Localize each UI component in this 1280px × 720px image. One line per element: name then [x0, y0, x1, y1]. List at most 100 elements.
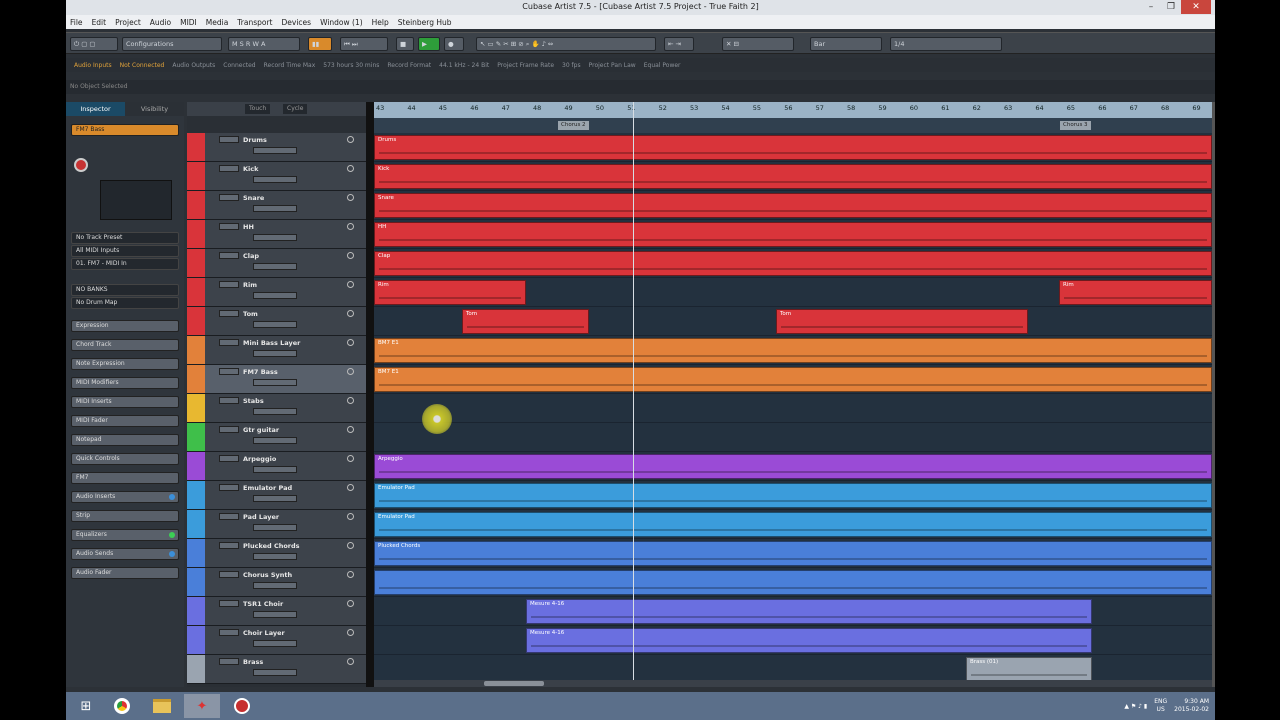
snap-type-dropdown[interactable]: ✕ ⊟	[722, 37, 794, 51]
part-event[interactable]: Brass (01)	[966, 657, 1092, 682]
configurations-dropdown[interactable]: Configurations	[122, 37, 222, 51]
grid-dropdown[interactable]: Bar	[810, 37, 882, 51]
track-controls[interactable]	[253, 263, 297, 270]
track-controls[interactable]	[253, 524, 297, 531]
mode-buttons[interactable]: M S R W A	[228, 37, 300, 51]
track-controls[interactable]	[253, 321, 297, 328]
track-controls[interactable]	[253, 640, 297, 647]
track-header[interactable]: Drums	[187, 133, 366, 162]
section-strip[interactable]: Strip	[71, 510, 179, 522]
track-controls[interactable]	[253, 495, 297, 502]
chrome-icon[interactable]	[104, 694, 140, 718]
mute-solo-buttons[interactable]	[219, 310, 239, 317]
section-audio-inserts[interactable]: Audio Inserts	[71, 491, 179, 503]
track-controls[interactable]	[253, 437, 297, 444]
menu-transport[interactable]: Transport	[237, 18, 272, 27]
track-controls[interactable]	[253, 408, 297, 415]
section-midi-fader[interactable]: MIDI Fader	[71, 415, 179, 427]
monitor-icon[interactable]	[347, 455, 354, 462]
vertical-scrollbar[interactable]	[1212, 102, 1215, 687]
section-equalizers[interactable]: Equalizers	[71, 529, 179, 541]
track-header[interactable]: Mini Bass Layer	[187, 336, 366, 365]
part-event[interactable]: Drums	[374, 135, 1212, 160]
monitor-icon[interactable]	[347, 542, 354, 549]
maximize-button[interactable]: ❐	[1161, 0, 1181, 14]
mute-solo-buttons[interactable]	[219, 571, 239, 578]
part-event[interactable]: Emulator Pad	[374, 483, 1212, 508]
section-expression[interactable]: Expression	[71, 320, 179, 332]
automation-mode-button[interactable]: ▮▮	[308, 37, 332, 51]
mute-solo-buttons[interactable]	[219, 252, 239, 259]
track-header[interactable]: TSR1 Choir	[187, 597, 366, 626]
track-header[interactable]: Emulator Pad	[187, 481, 366, 510]
tab-inspector[interactable]: Inspector	[66, 102, 125, 116]
monitor-icon[interactable]	[347, 136, 354, 143]
start-icon[interactable]: ⊞	[68, 694, 104, 718]
track-header[interactable]: Stabs	[187, 394, 366, 423]
track-controls[interactable]	[253, 466, 297, 473]
track-header[interactable]: Gtr guitar	[187, 423, 366, 452]
midi-output-field[interactable]: 01. FM7 - MIDI In	[71, 258, 179, 270]
monitor-icon[interactable]	[347, 658, 354, 665]
monitor-icon[interactable]	[347, 223, 354, 230]
track-controls[interactable]	[253, 669, 297, 676]
track-controls[interactable]	[253, 147, 297, 154]
mute-solo-buttons[interactable]	[219, 368, 239, 375]
part-event[interactable]	[374, 570, 1212, 595]
track-controls[interactable]	[253, 292, 297, 299]
section-quick-controls[interactable]: Quick Controls	[71, 453, 179, 465]
monitor-icon[interactable]	[347, 252, 354, 259]
system-clock[interactable]: 9:30 AM 2015-02-02	[1174, 698, 1209, 714]
bank-field[interactable]: NO BANKS	[71, 284, 179, 296]
drum-map-field[interactable]: No Drum Map	[71, 297, 179, 309]
project-cursor[interactable]	[633, 102, 634, 687]
cycle-field[interactable]: Cycle	[283, 104, 308, 114]
part-event[interactable]: Arpeggio	[374, 454, 1212, 479]
monitor-icon[interactable]	[347, 600, 354, 607]
mute-solo-buttons[interactable]	[219, 397, 239, 404]
section-notepad[interactable]: Notepad	[71, 434, 179, 446]
tab-visibility[interactable]: Visibility	[125, 102, 184, 116]
track-header[interactable]: FM7 Bass	[187, 365, 366, 394]
play-button[interactable]: ▶	[418, 37, 440, 51]
section-midi-inserts[interactable]: MIDI Inserts	[71, 396, 179, 408]
mute-solo-buttons[interactable]	[219, 484, 239, 491]
cubase-icon[interactable]: ✦	[184, 694, 220, 718]
mute-solo-buttons[interactable]	[219, 542, 239, 549]
menu-help[interactable]: Help	[372, 18, 389, 27]
mute-solo-buttons[interactable]	[219, 281, 239, 288]
menu-project[interactable]: Project	[115, 18, 141, 27]
track-header[interactable]: Brass	[187, 655, 366, 684]
track-header[interactable]: Rim	[187, 278, 366, 307]
track-preset-field[interactable]: No Track Preset	[71, 232, 179, 244]
mute-solo-buttons[interactable]	[219, 223, 239, 230]
menu-audio[interactable]: Audio	[150, 18, 171, 27]
part-event[interactable]: Clap	[374, 251, 1212, 276]
mute-solo-buttons[interactable]	[219, 426, 239, 433]
part-event[interactable]: Kick	[374, 164, 1212, 189]
midi-input-field[interactable]: All MIDI Inputs	[71, 245, 179, 257]
monitor-icon[interactable]	[347, 368, 354, 375]
menu-window[interactable]: Window (1)	[320, 18, 363, 27]
track-controls[interactable]	[253, 205, 297, 212]
automation-mode-field[interactable]: Touch	[245, 104, 271, 114]
marker-chorus-3[interactable]: Chorus 3	[1060, 121, 1091, 130]
inspector-volume-pan-area[interactable]	[100, 180, 172, 220]
mute-solo-buttons[interactable]	[219, 339, 239, 346]
stop-button[interactable]: ■	[396, 37, 414, 51]
monitor-icon[interactable]	[347, 165, 354, 172]
close-button[interactable]: ✕	[1181, 0, 1211, 14]
track-header[interactable]: Tom	[187, 307, 366, 336]
track-header[interactable]: HH	[187, 220, 366, 249]
monitor-icon[interactable]	[347, 397, 354, 404]
part-event[interactable]: Plucked Chords	[374, 541, 1212, 566]
track-header[interactable]: Clap	[187, 249, 366, 278]
part-event[interactable]: Tom	[462, 309, 589, 334]
track-controls[interactable]	[253, 379, 297, 386]
tool-buttons[interactable]: ↖ ▭ ✎ ✂ ⊞ ⊘ ⌕ ✋ ♪ ⇔	[476, 37, 656, 51]
quantize-dropdown[interactable]: 1/4	[890, 37, 1002, 51]
section-chord-track[interactable]: Chord Track	[71, 339, 179, 351]
section-fm7[interactable]: FM7	[71, 472, 179, 484]
minimize-button[interactable]: –	[1141, 0, 1161, 14]
monitor-icon[interactable]	[347, 281, 354, 288]
